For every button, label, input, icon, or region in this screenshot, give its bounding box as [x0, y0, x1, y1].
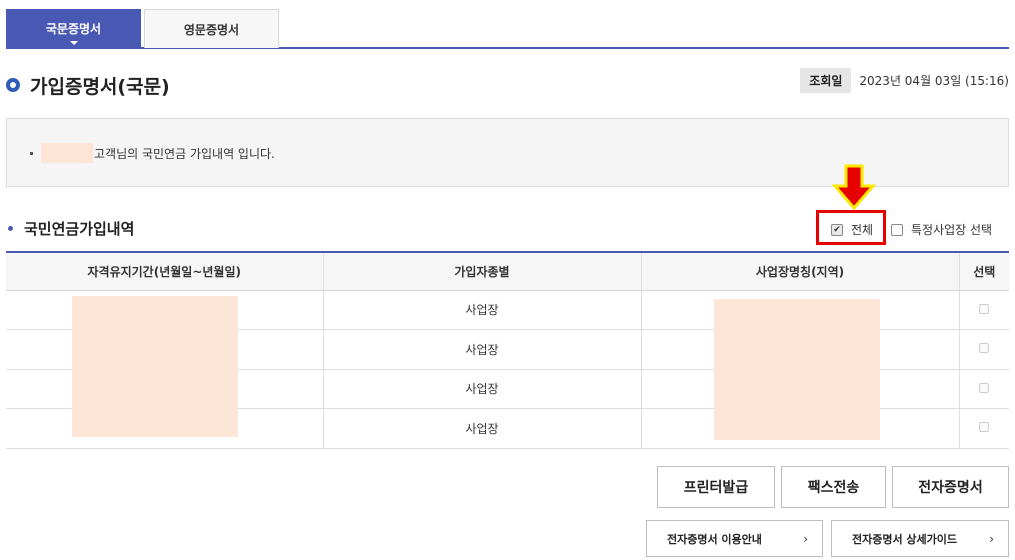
inquiry-date-label: 조회일	[800, 67, 852, 93]
down-arrow-icon	[832, 164, 876, 210]
print-issue-button[interactable]: 프린터발급	[657, 466, 775, 508]
cell-member-type: 사업장	[323, 408, 642, 449]
masked-period-values	[72, 296, 238, 437]
e-certificate-button[interactable]: 전자증명서	[892, 466, 1009, 508]
header-period: 자격유지기간(년월일~년월일)	[6, 251, 324, 291]
row-checkbox[interactable]	[979, 343, 990, 354]
cell-select	[959, 290, 1009, 330]
chevron-right-icon: ›	[989, 532, 994, 546]
tab-korean-label: 국문증명서	[45, 22, 102, 36]
info-bullet-icon	[30, 152, 33, 155]
usage-guide-label: 전자증명서 이용안내	[667, 532, 762, 546]
header-member-type: 가입자종별	[323, 251, 642, 291]
header-workplace: 사업장명칭(지역)	[641, 251, 960, 291]
tab-english-certificate[interactable]: 영문증명서	[144, 9, 279, 48]
section-title-row: 국민연금가입내역	[8, 218, 134, 239]
section-bullet-icon	[8, 226, 13, 231]
section-title: 국민연금가입내역	[24, 220, 135, 238]
filter-all-checkbox[interactable]: ✔ 전체	[831, 221, 873, 238]
tab-korean-certificate[interactable]: 국문증명서	[6, 9, 141, 48]
cell-select	[959, 329, 1009, 370]
page-title: 가입증명서(국문)	[30, 75, 170, 98]
inquiry-date-value: 2023년 04월 03일 (15:16)	[859, 73, 1009, 88]
detail-guide-label: 전자증명서 상세가이드	[852, 532, 958, 546]
filter-all-label: 전체	[851, 223, 874, 237]
e-certificate-usage-guide-link[interactable]: 전자증명서 이용안내 ›	[646, 520, 823, 557]
row-checkbox[interactable]	[979, 422, 990, 433]
certificate-tabs: 국문증명서 영문증명서	[6, 9, 1009, 49]
info-message: 고객님의 국민연금 가입내역 입니다.	[94, 147, 275, 161]
checkbox-checked-icon: ✔	[831, 223, 843, 236]
checkbox-empty-icon	[891, 223, 903, 236]
row-checkbox[interactable]	[979, 382, 990, 393]
tab-english-label: 영문증명서	[183, 22, 240, 37]
title-bullet-icon	[6, 78, 20, 92]
header-select: 선택	[959, 251, 1009, 291]
cell-select	[959, 369, 1009, 409]
chevron-right-icon: ›	[803, 532, 808, 546]
cell-member-type: 사업장	[323, 329, 642, 370]
page-title-row: 가입증명서(국문)	[6, 70, 170, 100]
masked-customer-name	[41, 143, 93, 163]
caret-down-icon	[69, 41, 78, 45]
filter-site-label: 특정사업장 선택	[911, 223, 993, 237]
row-checkbox[interactable]	[979, 303, 990, 314]
fax-send-button[interactable]: 팩스전송	[781, 466, 886, 508]
masked-workplace-values	[714, 299, 880, 440]
inquiry-date: 조회일 2023년 04월 03일 (15:16)	[800, 67, 1009, 93]
cell-member-type: 사업장	[323, 369, 642, 409]
cell-select	[959, 408, 1009, 449]
filter-site-checkbox[interactable]: 특정사업장 선택	[891, 221, 992, 238]
cell-member-type: 사업장	[323, 290, 642, 330]
table-header-row: 자격유지기간(년월일~년월일) 가입자종별 사업장명칭(지역) 선택	[6, 251, 1009, 291]
e-certificate-detail-guide-link[interactable]: 전자증명서 상세가이드 ›	[831, 520, 1009, 557]
